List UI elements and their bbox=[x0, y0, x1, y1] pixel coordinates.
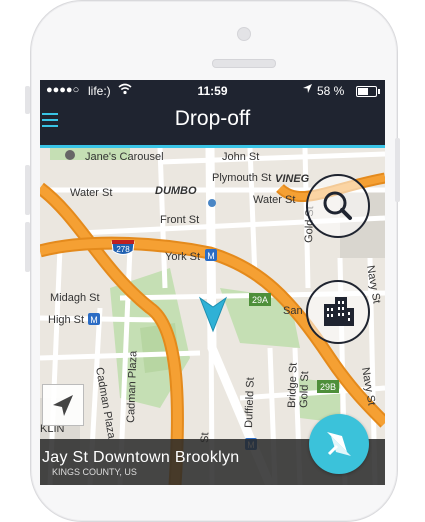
svg-text:M: M bbox=[207, 251, 215, 261]
navigation-bar: Drop-off bbox=[40, 102, 385, 148]
volume-down-button bbox=[25, 222, 30, 272]
place-region: KINGS COUNTY, US bbox=[52, 467, 137, 477]
search-button[interactable] bbox=[306, 174, 370, 238]
label-janes-carousel: Jane's Carousel bbox=[85, 151, 164, 163]
label-front-st: Front St bbox=[160, 214, 199, 226]
carousel-icon bbox=[65, 150, 75, 160]
map-view[interactable]: Jane's Carousel John St Plymouth St Wate… bbox=[40, 148, 385, 485]
label-york-st: York St bbox=[165, 251, 200, 263]
interstate-278-shield: 278 bbox=[111, 240, 135, 255]
my-location-button[interactable] bbox=[42, 384, 84, 426]
label-sands-st: San bbox=[283, 305, 303, 317]
svg-text:M: M bbox=[90, 315, 98, 325]
navigation-arrow-icon bbox=[53, 395, 73, 416]
label-midagh-st: Midagh St bbox=[50, 292, 100, 304]
battery-percent: 58 % bbox=[317, 84, 345, 98]
label-john-st: John St bbox=[222, 151, 259, 163]
label-water-st-left: Water St bbox=[70, 187, 112, 199]
earpiece-speaker bbox=[212, 59, 276, 68]
label-dumbo: DUMBO bbox=[155, 185, 197, 197]
poi-marker bbox=[208, 199, 216, 207]
place-name: Jay St Downtown Brooklyn bbox=[42, 449, 240, 466]
label-plymouth-st: Plymouth St bbox=[212, 172, 271, 184]
label-high-st: High St bbox=[48, 314, 84, 326]
confirm-drop-off-button[interactable] bbox=[309, 414, 369, 474]
label-vinegar-hill: VINEG bbox=[275, 173, 310, 185]
mute-switch bbox=[25, 86, 30, 114]
label-bridge-st: Bridge St bbox=[286, 362, 300, 408]
front-camera bbox=[237, 27, 251, 41]
label-duffield-st: Duffield St bbox=[243, 377, 257, 428]
status-bar: ●●●●○ life:) 11:59 58 % bbox=[40, 80, 385, 102]
label-gold-st-bottom: Gold St bbox=[298, 371, 311, 408]
subway-station-high-st: M bbox=[88, 313, 100, 325]
navigate-arrows-icon bbox=[327, 432, 351, 456]
power-button bbox=[395, 138, 400, 202]
exit-29a-sign: 29A bbox=[249, 293, 271, 306]
label-cadman-plaza-east: Cadman Plaza bbox=[125, 350, 140, 423]
svg-text:29A: 29A bbox=[252, 295, 268, 305]
svg-text:29B: 29B bbox=[320, 382, 336, 392]
page-title: Drop-off bbox=[174, 107, 251, 130]
label-water-st-right: Water St bbox=[253, 194, 295, 206]
battery-icon bbox=[356, 86, 380, 97]
location-arrow-icon bbox=[302, 83, 313, 97]
buildings-button[interactable] bbox=[306, 280, 370, 344]
volume-up-button bbox=[25, 165, 30, 215]
buildings-icon bbox=[324, 297, 354, 326]
screen: ●●●●○ life:) 11:59 58 % Drop-off Jane's … bbox=[40, 80, 385, 485]
svg-text:278: 278 bbox=[116, 245, 130, 254]
subway-station-york-st: M bbox=[205, 249, 217, 261]
exit-29b-sign: 29B bbox=[317, 380, 339, 393]
search-icon bbox=[323, 191, 352, 220]
